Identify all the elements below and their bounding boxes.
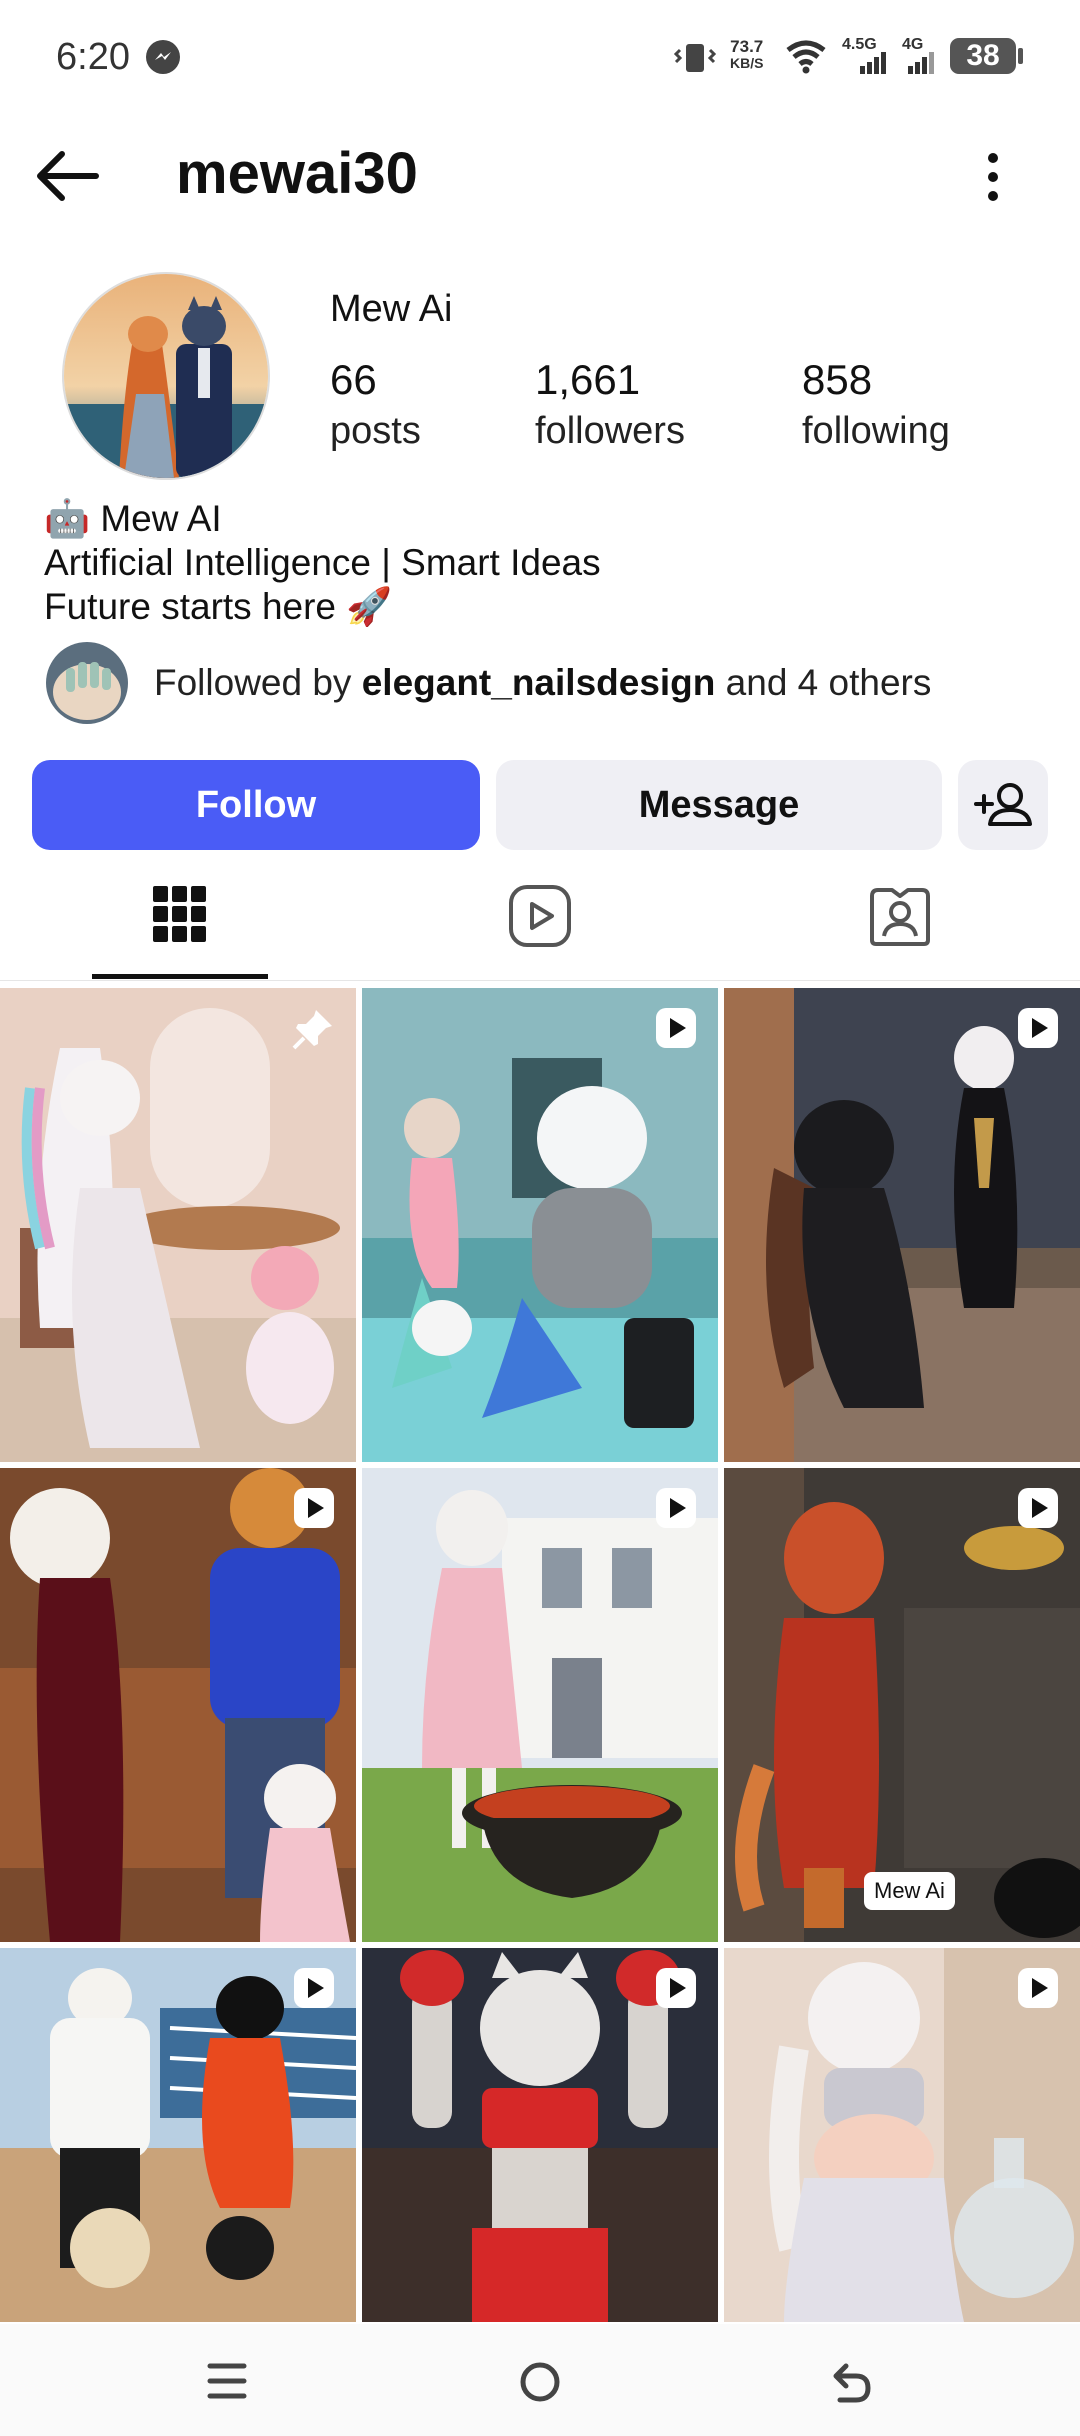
pin-icon <box>292 1010 332 1050</box>
followed-by-prefix: Followed by <box>154 662 362 703</box>
tab-reels[interactable] <box>360 870 720 980</box>
reel-icon <box>294 1968 334 2008</box>
follow-button[interactable]: Follow <box>32 760 480 850</box>
post-thumbnail[interactable] <box>362 1468 718 1942</box>
post-thumbnail[interactable] <box>724 988 1080 1462</box>
tagged-icon <box>870 888 930 946</box>
reel-icon <box>1018 1008 1058 1048</box>
posts-grid: Mew Ai <box>0 988 1080 2322</box>
wifi-icon <box>784 38 828 79</box>
battery-tip <box>1018 48 1023 64</box>
mutual-follower-avatar[interactable] <box>46 642 128 724</box>
post-thumbnail[interactable] <box>0 988 356 1462</box>
tab-divider <box>0 980 1080 981</box>
reel-icon <box>294 1488 334 1528</box>
following-label[interactable]: following <box>802 410 950 453</box>
posts-count[interactable]: 66 <box>330 356 377 404</box>
bio-line-2: Artificial Intelligence | Smart Ideas <box>44 542 601 583</box>
status-time: 6:20 <box>56 36 130 78</box>
reels-icon <box>509 885 571 947</box>
post-thumbnail[interactable] <box>362 988 718 1462</box>
vibrate-icon <box>672 40 718 81</box>
post-thumbnail[interactable]: Mew Ai <box>724 1468 1080 1942</box>
reel-icon <box>656 1968 696 2008</box>
system-navigation-bar <box>0 2324 1080 2436</box>
bio-line-3: Future starts here 🚀 <box>44 586 393 627</box>
posts-label[interactable]: posts <box>330 410 421 453</box>
reel-icon <box>1018 1968 1058 2008</box>
watermark-tag: Mew Ai <box>864 1872 955 1910</box>
profile-avatar[interactable] <box>62 272 270 480</box>
speed-unit: KB/S <box>730 55 764 71</box>
post-thumbnail[interactable] <box>0 1468 356 1942</box>
reel-icon <box>656 1488 696 1528</box>
followed-by-user[interactable]: elegant_nailsdesign <box>362 662 716 703</box>
add-person-icon <box>974 783 1032 826</box>
menu-icon[interactable] <box>204 2358 250 2404</box>
signal-2-icon <box>900 52 940 79</box>
suggested-people-button[interactable] <box>958 760 1048 850</box>
reel-icon <box>656 1008 696 1048</box>
more-vertical-icon <box>988 153 998 201</box>
arrow-left-icon <box>37 151 99 201</box>
speed-value: 73.7 <box>730 37 764 56</box>
back-button[interactable] <box>30 146 110 206</box>
active-tab-indicator <box>92 974 268 979</box>
network-speed: 73.7 KB/S <box>730 38 763 72</box>
message-button[interactable]: Message <box>496 760 942 850</box>
following-count[interactable]: 858 <box>802 356 872 404</box>
messenger-icon <box>146 40 180 74</box>
tab-posts-grid[interactable] <box>0 870 360 980</box>
tab-tagged[interactable] <box>720 870 1080 980</box>
profile-username: mewai30 <box>176 141 418 206</box>
display-name: Mew Ai <box>330 288 453 330</box>
followers-count[interactable]: 1,661 <box>535 356 640 404</box>
followed-by-suffix: and 4 others <box>715 662 932 703</box>
reel-icon <box>1018 1488 1058 1528</box>
battery-indicator: 38 <box>950 38 1016 74</box>
followed-by-text[interactable]: Followed by elegant_nailsdesign and 4 ot… <box>154 662 931 704</box>
home-icon[interactable] <box>516 2358 564 2406</box>
post-thumbnail[interactable] <box>724 1948 1080 2322</box>
more-options-button[interactable] <box>968 150 1018 204</box>
bio-line-1: 🤖 Mew AI <box>44 498 222 539</box>
followers-label[interactable]: followers <box>535 410 685 453</box>
grid-icon <box>153 886 206 942</box>
back-nav-icon[interactable] <box>826 2358 874 2406</box>
post-thumbnail[interactable] <box>362 1948 718 2322</box>
post-thumbnail[interactable] <box>0 1948 356 2322</box>
signal-1-icon <box>846 52 888 79</box>
